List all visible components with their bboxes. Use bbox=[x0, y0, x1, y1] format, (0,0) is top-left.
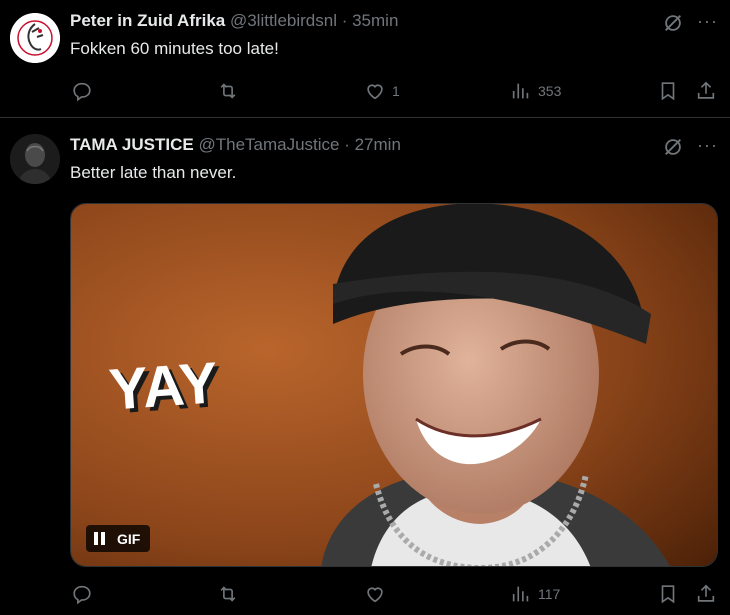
like-button[interactable]: 1 bbox=[364, 78, 400, 104]
views-icon bbox=[512, 83, 529, 99]
bookmark-icon bbox=[661, 82, 675, 101]
display-name[interactable]: TAMA JUSTICE bbox=[70, 135, 194, 154]
repost-button[interactable] bbox=[217, 78, 239, 104]
like-count: 1 bbox=[392, 83, 400, 99]
tweet-text: Better late than never. bbox=[70, 163, 237, 182]
like-button[interactable] bbox=[364, 581, 386, 607]
tweet[interactable]: Peter in Zuid Afrika @3littlebirdsnl · 3… bbox=[0, 0, 730, 118]
avatar[interactable] bbox=[10, 13, 60, 63]
tweet-header: Peter in Zuid Afrika @3littlebirdsnl · 3… bbox=[70, 11, 398, 31]
gif-overlay-text: YAY bbox=[107, 350, 220, 422]
views-button[interactable]: 117 bbox=[510, 581, 560, 607]
reply-icon bbox=[73, 82, 91, 102]
reply-button[interactable] bbox=[71, 581, 93, 607]
timestamp[interactable]: · 27min bbox=[340, 135, 401, 154]
tweet[interactable]: TAMA JUSTICE @TheTamaJustice · 27min Bet… bbox=[0, 119, 730, 615]
display-name[interactable]: Peter in Zuid Afrika bbox=[70, 11, 225, 30]
tweet-text: Fokken 60 minutes too late! bbox=[70, 39, 279, 58]
pause-icon[interactable] bbox=[94, 532, 105, 545]
gif-badge[interactable]: GIF bbox=[86, 525, 151, 552]
action-bar: 1 353 bbox=[0, 78, 730, 104]
view-count: 117 bbox=[538, 586, 561, 602]
action-bar: 117 bbox=[0, 581, 730, 607]
timestamp[interactable]: · 35min bbox=[337, 11, 399, 30]
reply-button[interactable] bbox=[71, 78, 93, 104]
grok-icon[interactable] bbox=[662, 136, 684, 158]
repost-button[interactable] bbox=[217, 581, 239, 607]
gif-label: GIF bbox=[117, 530, 141, 547]
share-icon bbox=[697, 81, 715, 99]
tweet-header: TAMA JUSTICE @TheTamaJustice · 27min bbox=[70, 135, 401, 155]
repost-icon bbox=[220, 83, 236, 99]
more-icon[interactable]: ··· bbox=[697, 136, 719, 158]
bookmark-icon bbox=[661, 585, 675, 604]
share-button[interactable] bbox=[695, 78, 717, 104]
views-button[interactable]: 353 bbox=[510, 78, 561, 104]
views-icon bbox=[512, 586, 529, 602]
gif-image: YAY YAY bbox=[71, 204, 717, 566]
gif-media[interactable]: YAY YAY GIF bbox=[70, 203, 718, 567]
view-count: 353 bbox=[538, 83, 562, 99]
grok-icon[interactable] bbox=[662, 12, 684, 34]
handle[interactable]: @3littlebirdsnl bbox=[230, 11, 337, 30]
handle[interactable]: @TheTamaJustice bbox=[198, 135, 339, 154]
like-icon bbox=[367, 587, 383, 603]
reply-icon bbox=[73, 585, 91, 605]
avatar[interactable] bbox=[10, 134, 60, 184]
profile-photo-icon bbox=[10, 134, 60, 184]
bookmark-button[interactable] bbox=[657, 78, 679, 104]
more-icon[interactable]: ··· bbox=[697, 12, 719, 34]
bookmark-button[interactable] bbox=[657, 581, 679, 607]
repost-icon bbox=[220, 586, 236, 602]
like-icon bbox=[367, 84, 383, 100]
share-button[interactable] bbox=[695, 581, 717, 607]
share-icon bbox=[697, 584, 715, 602]
ajax-logo-icon bbox=[10, 13, 60, 63]
